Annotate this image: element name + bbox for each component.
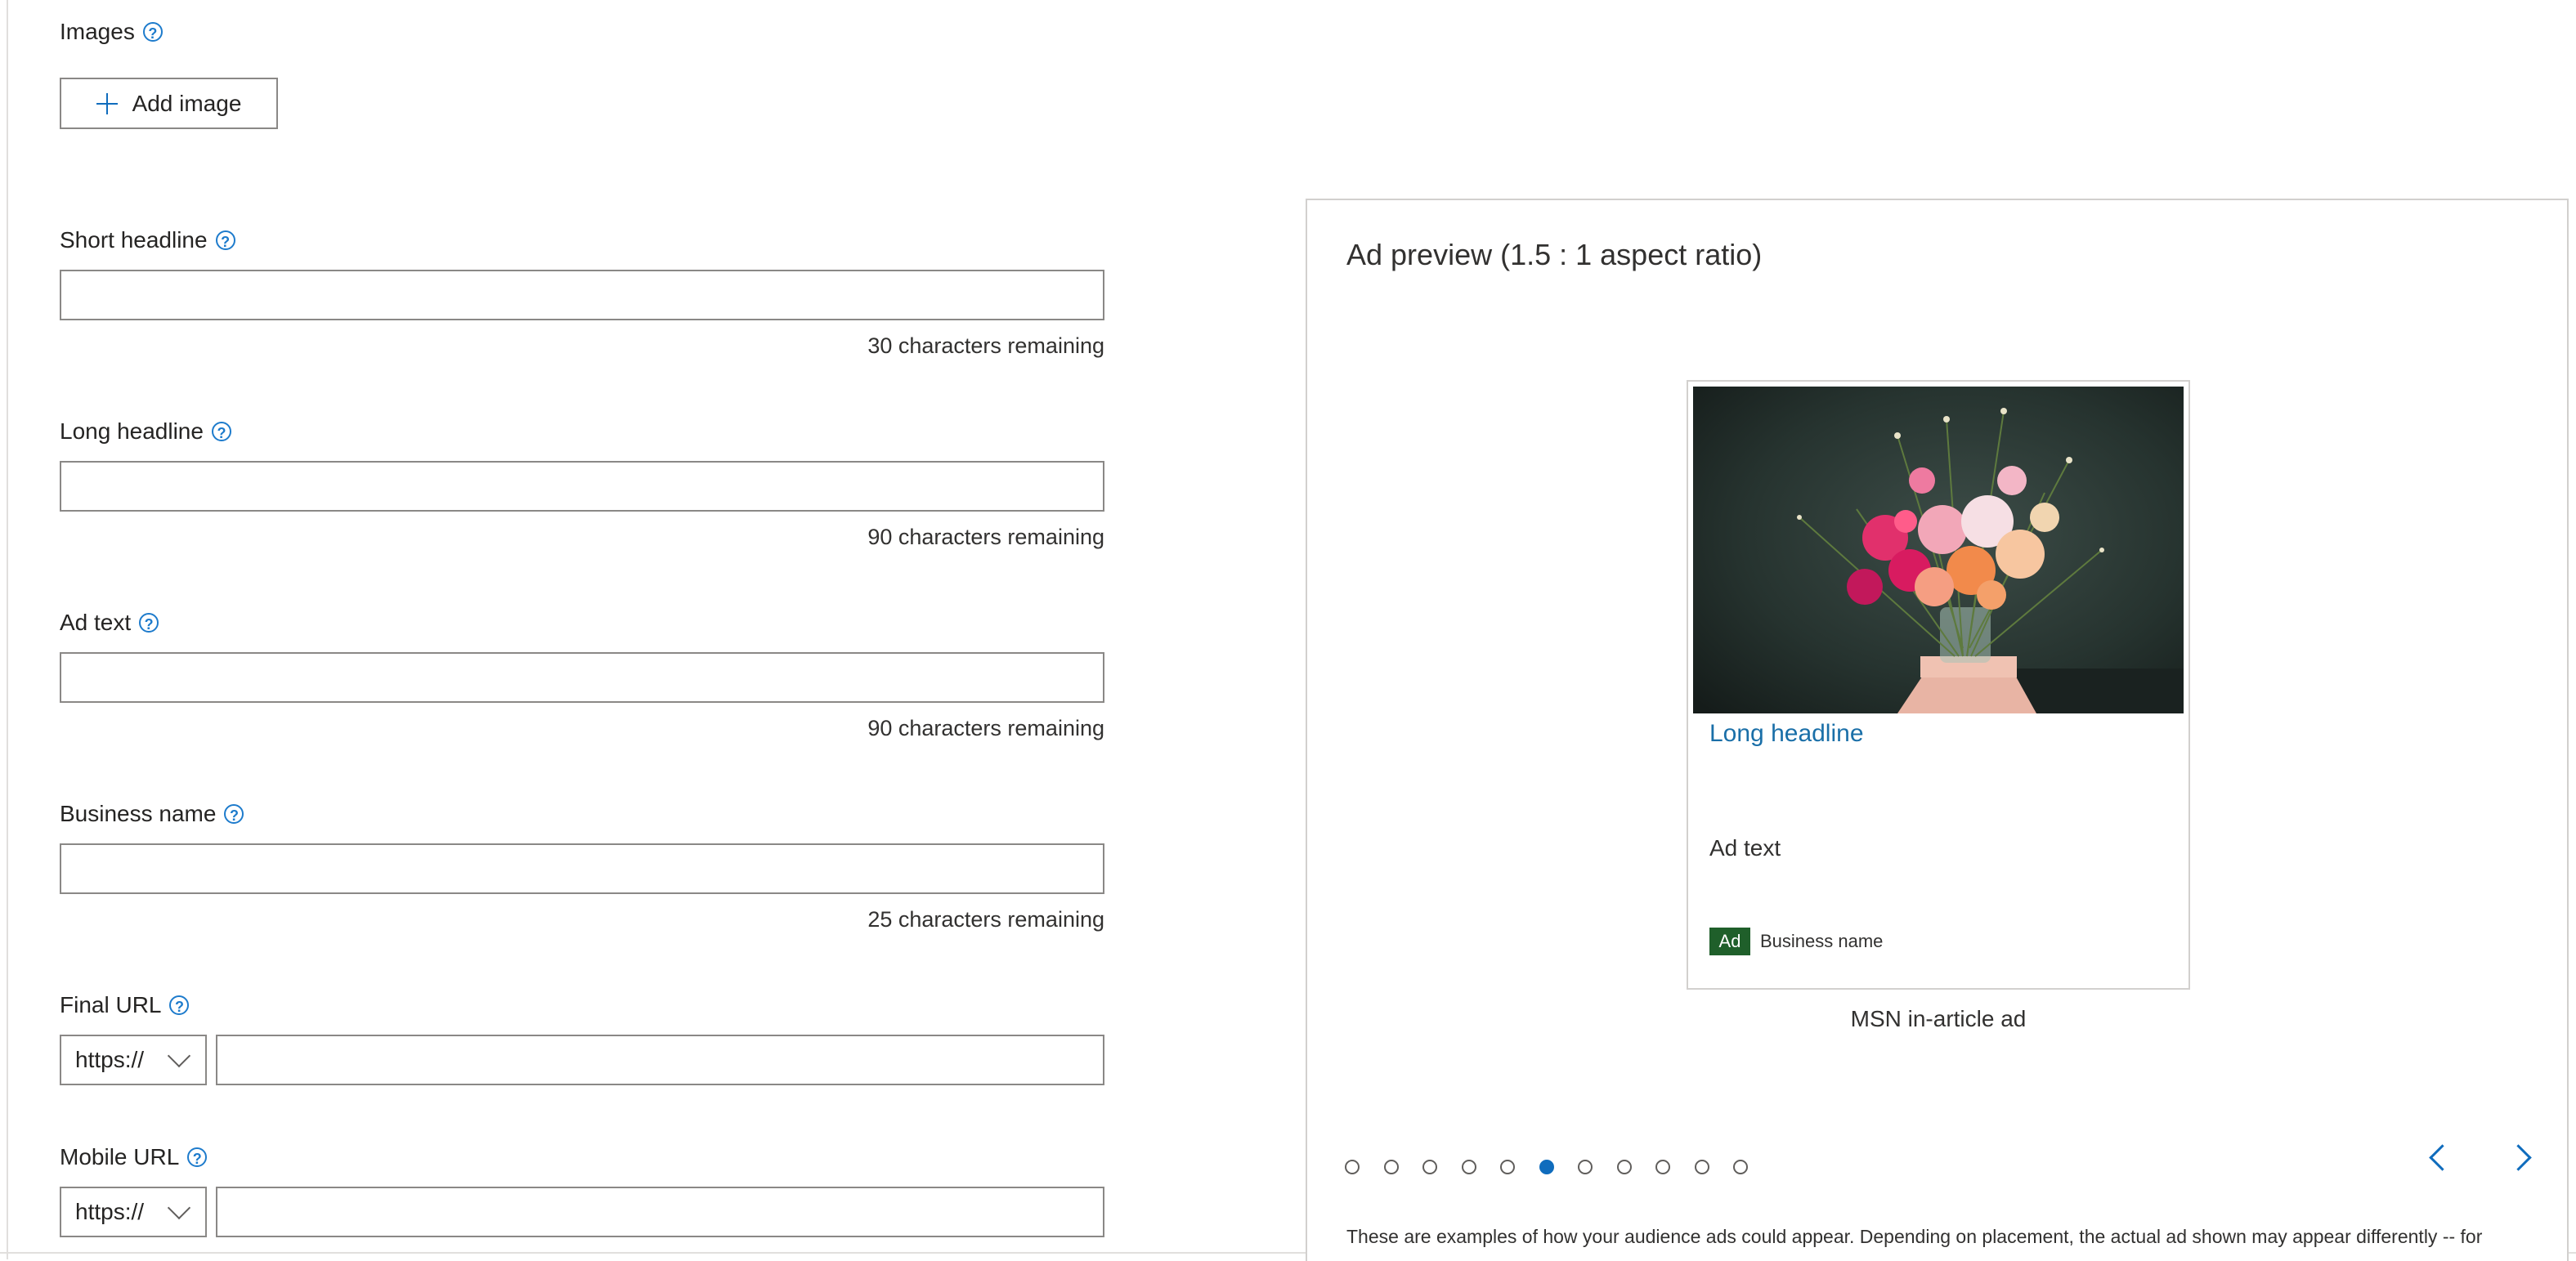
carousel-dot[interactable]: [1461, 1160, 1476, 1174]
flower-bouquet-image: [1693, 387, 2184, 713]
short-headline-field[interactable]: [60, 270, 1104, 320]
mobile-url-input[interactable]: [217, 1188, 1103, 1236]
carousel-dots: [1345, 1160, 1772, 1174]
ad-text-input[interactable]: [61, 654, 1103, 701]
ad-image: [1693, 387, 2184, 713]
ad-badge: Ad: [1709, 928, 1750, 955]
mobile-url-protocol-select[interactable]: https://: [60, 1187, 207, 1237]
ad-text-remaining: 90 characters remaining: [867, 716, 1104, 740]
carousel-dot[interactable]: [1539, 1160, 1554, 1174]
short-headline-help-icon[interactable]: ?: [215, 230, 235, 250]
images-help-icon[interactable]: ?: [142, 22, 163, 42]
ad-preview-panel: Ad preview (1.5 : 1 aspect ratio) Long h…: [1306, 199, 2569, 1261]
carousel-dot[interactable]: [1422, 1160, 1437, 1174]
final-url-field[interactable]: [216, 1035, 1104, 1085]
plus-icon: [96, 92, 118, 114]
add-image-button[interactable]: Add image: [60, 78, 278, 129]
carousel-dot[interactable]: [1655, 1160, 1670, 1174]
carousel-dot[interactable]: [1733, 1160, 1748, 1174]
ad-text-label: Ad text ?: [60, 609, 159, 637]
business-name-label: Business name ?: [60, 800, 244, 828]
chevron-right-icon[interactable]: [2505, 1144, 2532, 1171]
ad-text: Ad text: [1709, 835, 1781, 861]
ad-preview-card: Long headline Ad text Ad Business name: [1687, 380, 2190, 990]
images-label: Images ?: [60, 18, 163, 46]
short-headline-label: Short headline ?: [60, 226, 235, 254]
business-name-remaining: 25 characters remaining: [867, 907, 1104, 932]
mobile-url-label: Mobile URL ?: [60, 1143, 208, 1171]
carousel-dot[interactable]: [1500, 1160, 1515, 1174]
chevron-left-icon[interactable]: [2429, 1144, 2456, 1171]
carousel-dot[interactable]: [1383, 1160, 1399, 1174]
mobile-url-field[interactable]: [216, 1187, 1104, 1237]
business-name-field[interactable]: [60, 843, 1104, 894]
long-headline-help-icon[interactable]: ?: [211, 422, 231, 441]
ad-headline: Long headline: [1709, 720, 1864, 747]
business-name-help-icon[interactable]: ?: [224, 804, 244, 824]
final-url-protocol-select[interactable]: https://: [60, 1035, 207, 1085]
business-name-input[interactable]: [61, 845, 1103, 892]
carousel-dot[interactable]: [1694, 1160, 1709, 1174]
long-headline-remaining: 90 characters remaining: [867, 525, 1104, 549]
short-headline-remaining: 30 characters remaining: [867, 333, 1104, 358]
left-panel-border: [7, 0, 8, 1259]
ad-caption: MSN in-article ad: [1850, 1006, 2027, 1031]
long-headline-input[interactable]: [61, 463, 1103, 510]
carousel-dot[interactable]: [1616, 1160, 1632, 1174]
chevron-down-icon: [167, 1196, 191, 1220]
short-headline-input[interactable]: [61, 271, 1103, 319]
long-headline-field[interactable]: [60, 461, 1104, 512]
preview-disclaimer: These are examples of how your audience …: [1346, 1226, 2483, 1247]
ad-text-help-icon[interactable]: ?: [139, 613, 159, 633]
chevron-down-icon: [167, 1044, 191, 1068]
ad-business-name: Business name: [1760, 931, 1884, 951]
final-url-help-icon[interactable]: ?: [169, 995, 190, 1015]
carousel-dot[interactable]: [1578, 1160, 1593, 1174]
preview-title: Ad preview (1.5 : 1 aspect ratio): [1346, 238, 1763, 271]
final-url-input[interactable]: [217, 1036, 1103, 1084]
ad-text-field[interactable]: [60, 652, 1104, 703]
mobile-url-help-icon[interactable]: ?: [187, 1147, 208, 1167]
carousel-dot[interactable]: [1345, 1160, 1360, 1174]
final-url-label: Final URL ?: [60, 991, 190, 1019]
long-headline-label: Long headline ?: [60, 418, 231, 445]
